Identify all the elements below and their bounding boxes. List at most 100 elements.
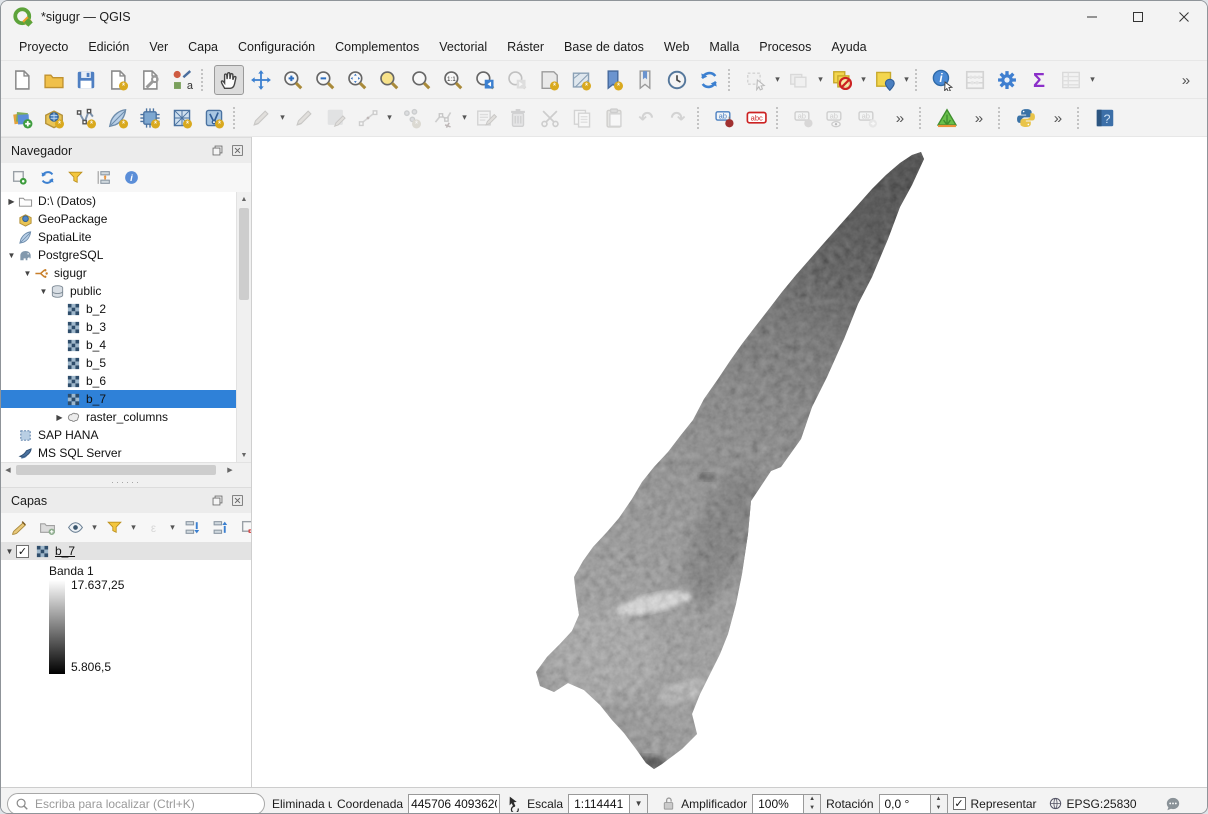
- filter-by-expression-button[interactable]: ε: [140, 515, 166, 541]
- menu-procesos[interactable]: Procesos: [749, 36, 821, 58]
- python-console-button[interactable]: [1011, 103, 1041, 133]
- tree-item-sap-hana[interactable]: SAP HANA: [1, 426, 237, 444]
- select-features-by-value-dropdown-icon[interactable]: ▾: [815, 74, 826, 85]
- maximize-button[interactable]: [1115, 1, 1161, 33]
- zoom-native-button[interactable]: 1:1: [438, 65, 468, 95]
- scroll-up-icon[interactable]: ▲: [237, 192, 251, 206]
- new-shapefile-layer-button[interactable]: *: [71, 103, 101, 133]
- menu-r-ster[interactable]: Ráster: [497, 36, 554, 58]
- scroll-down-icon[interactable]: ▼: [237, 448, 251, 462]
- coordinate-input[interactable]: [408, 794, 500, 814]
- scroll-right-icon[interactable]: ▶: [223, 463, 237, 477]
- zoom-to-layer-button[interactable]: [406, 65, 436, 95]
- grass-tools-button[interactable]: [932, 103, 962, 133]
- render-toggle[interactable]: ✓ Representar: [953, 797, 1037, 811]
- browser-float-button[interactable]: [209, 143, 225, 159]
- save-project-button[interactable]: [71, 65, 101, 95]
- menu-base-de-datos[interactable]: Base de datos: [554, 36, 654, 58]
- show-properties-button[interactable]: i: [118, 165, 144, 191]
- new-virtual-layer-button[interactable]: *: [135, 103, 165, 133]
- undo-button[interactable]: ↶: [631, 103, 661, 133]
- spin-up-icon[interactable]: ▲: [931, 795, 947, 804]
- magnifier-spinbox[interactable]: ▲▼: [752, 794, 821, 814]
- digitize-with-segment-button[interactable]: [353, 103, 383, 133]
- map-canvas[interactable]: [251, 137, 1207, 787]
- filter-by-expression-dropdown-icon[interactable]: ▾: [167, 522, 178, 533]
- menu-vectorial[interactable]: Vectorial: [429, 36, 497, 58]
- open-attribute-table-dropdown-icon[interactable]: ▾: [1087, 74, 1098, 85]
- tree-item-d-datos[interactable]: ▶D:\ (Datos): [1, 192, 237, 210]
- select-by-location-button[interactable]: [870, 65, 900, 95]
- extents-toggle-icon[interactable]: [505, 795, 522, 812]
- tree-item-postgresql[interactable]: ▼PostgreSQL: [1, 246, 237, 264]
- scale-combo[interactable]: ▼: [568, 794, 648, 814]
- zoom-in-button[interactable]: [278, 65, 308, 95]
- filter-legend-button[interactable]: [101, 515, 127, 541]
- rotation-input[interactable]: [879, 794, 931, 814]
- open-attribute-table-button[interactable]: [1056, 65, 1086, 95]
- menu-proyecto[interactable]: Proyecto: [9, 36, 78, 58]
- digitize-with-segment-dropdown-icon[interactable]: ▾: [384, 112, 395, 123]
- add-group-button[interactable]: [34, 515, 60, 541]
- menu-web[interactable]: Web: [654, 36, 699, 58]
- crs-status[interactable]: EPSG:25830: [1048, 796, 1137, 811]
- zoom-out-button[interactable]: [310, 65, 340, 95]
- tree-item-b-7[interactable]: b_7: [1, 390, 237, 408]
- save-layer-edits-button[interactable]: [321, 103, 351, 133]
- new-project-button[interactable]: [7, 65, 37, 95]
- collapse-all-button[interactable]: [207, 515, 233, 541]
- expander-icon[interactable]: ▼: [37, 287, 50, 296]
- move-label-button[interactable]: ab: [853, 103, 883, 133]
- menu-capa[interactable]: Capa: [178, 36, 228, 58]
- delete-selected-button[interactable]: [503, 103, 533, 133]
- open-layer-styling-button[interactable]: [6, 515, 32, 541]
- tree-item-public[interactable]: ▼public: [1, 282, 237, 300]
- locator-input[interactable]: [33, 796, 264, 812]
- new-print-layout-button[interactable]: *: [103, 65, 133, 95]
- show-spatial-bookmarks-button[interactable]: [630, 65, 660, 95]
- expand-all-button[interactable]: [179, 515, 205, 541]
- tree-item-geopackage[interactable]: GeoPackage: [1, 210, 237, 228]
- new-gpx-layer-button[interactable]: *: [199, 103, 229, 133]
- tree-item-b-2[interactable]: b_2: [1, 300, 237, 318]
- highlight-pinned-labels-button[interactable]: ab: [821, 103, 851, 133]
- lock-scale-icon[interactable]: [661, 796, 676, 811]
- spin-down-icon[interactable]: ▼: [804, 804, 820, 813]
- pin-labels-button[interactable]: ab: [789, 103, 819, 133]
- browser-close-button[interactable]: [229, 143, 245, 159]
- scrollbar-thumb[interactable]: [239, 208, 249, 300]
- refresh-browser-button[interactable]: [34, 165, 60, 191]
- tree-item-sigugr[interactable]: ▼sigugr: [1, 264, 237, 282]
- new-map-view-button[interactable]: *: [534, 65, 564, 95]
- modify-attributes-button[interactable]: [471, 103, 501, 133]
- tree-item-b-6[interactable]: b_6: [1, 372, 237, 390]
- current-edits-dropdown-icon[interactable]: ▾: [277, 112, 288, 123]
- scale-dropdown-icon[interactable]: ▼: [630, 794, 648, 814]
- new-spatial-bookmark-button[interactable]: *: [598, 65, 628, 95]
- zoom-full-button[interactable]: [342, 65, 372, 95]
- menu-complementos[interactable]: Complementos: [325, 36, 429, 58]
- dock-splitter[interactable]: ······: [1, 477, 251, 487]
- toggle-editing-button[interactable]: [289, 103, 319, 133]
- tree-item-spatialite[interactable]: SpatiaLite: [1, 228, 237, 246]
- tree-item-raster-columns[interactable]: ▶raster_columns: [1, 408, 237, 426]
- deselect-features-button[interactable]: [827, 65, 857, 95]
- vertex-tool-button[interactable]: [428, 103, 458, 133]
- browser-horizontal-scrollbar[interactable]: ◀ ▶: [1, 462, 251, 477]
- plugins-toolbar-extension-button[interactable]: »: [1043, 103, 1073, 133]
- browser-vertical-scrollbar[interactable]: ▲ ▼: [236, 192, 251, 462]
- layer-item-b7[interactable]: ▼ ✓ b_7: [1, 542, 251, 560]
- layers-float-button[interactable]: [209, 493, 225, 509]
- zoom-to-selection-button[interactable]: [374, 65, 404, 95]
- menu-ayuda[interactable]: Ayuda: [821, 36, 876, 58]
- new-mesh-layer-button[interactable]: *: [167, 103, 197, 133]
- grass-toolbar-extension-button[interactable]: »: [964, 103, 994, 133]
- spin-down-icon[interactable]: ▼: [931, 804, 947, 813]
- layers-close-button[interactable]: [229, 493, 245, 509]
- tree-item-ms-sql-server[interactable]: MS SQL Server: [1, 444, 237, 462]
- scroll-left-icon[interactable]: ◀: [1, 463, 15, 477]
- statistical-summary-button[interactable]: [960, 65, 990, 95]
- expander-icon[interactable]: ▼: [5, 251, 18, 260]
- close-button[interactable]: [1161, 1, 1207, 33]
- layer-labeling-button[interactable]: ab: [710, 103, 740, 133]
